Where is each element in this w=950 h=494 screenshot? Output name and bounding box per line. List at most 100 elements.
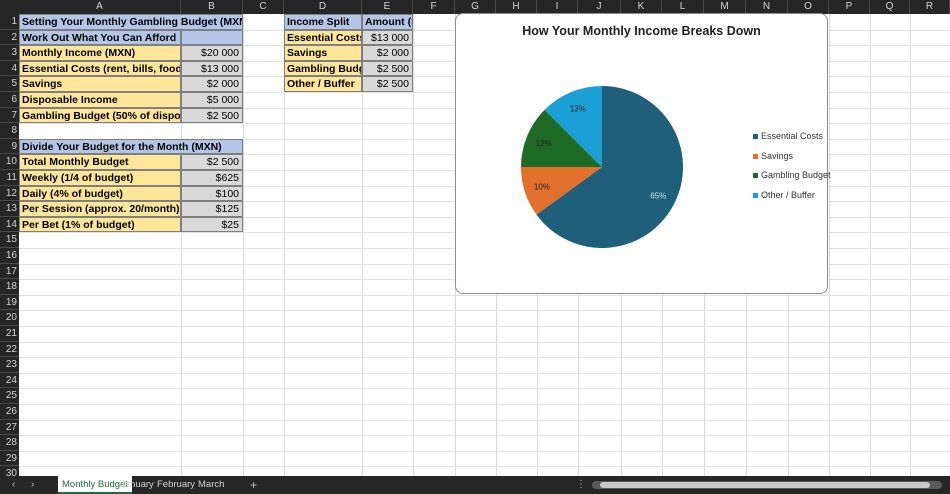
- budget-label-cell[interactable]: Savings: [19, 76, 181, 92]
- budget-label-cell[interactable]: Disposable Income: [19, 92, 181, 108]
- row-header-14[interactable]: 14: [0, 216, 19, 233]
- divide-label-cell[interactable]: Total Monthly Budget: [19, 154, 181, 170]
- row-header-29[interactable]: 29: [0, 450, 19, 467]
- column-header-b[interactable]: B: [181, 0, 243, 14]
- row-header-8[interactable]: 8: [0, 123, 19, 139]
- column-header-k[interactable]: K: [621, 0, 662, 14]
- row-header-1[interactable]: 1: [0, 14, 19, 30]
- budget-title-cell[interactable]: Setting Your Monthly Gambling Budget (MX…: [19, 14, 243, 30]
- split-label-cell[interactable]: Essential Costs: [284, 29, 362, 46]
- column-header-r[interactable]: R: [910, 0, 950, 14]
- column-header-l[interactable]: L: [662, 0, 704, 14]
- empty-cell[interactable]: [181, 29, 243, 46]
- split-label-cell[interactable]: Gambling Budget: [284, 60, 362, 77]
- row-header-7[interactable]: 7: [0, 107, 19, 124]
- divide-label-cell[interactable]: Per Bet (1% of budget): [19, 216, 181, 233]
- row-header-17[interactable]: 17: [0, 263, 19, 280]
- row-header-18[interactable]: 18: [0, 279, 19, 295]
- column-header-h[interactable]: H: [496, 0, 537, 14]
- column-header-g[interactable]: G: [455, 0, 496, 14]
- divide-label-cell[interactable]: Weekly (1/4 of budget): [19, 170, 181, 186]
- row-header-28[interactable]: 28: [0, 435, 19, 451]
- row-header-3[interactable]: 3: [0, 45, 19, 61]
- split-header-amount-cell[interactable]: Amount (MXN): [362, 14, 413, 30]
- split-label-cell[interactable]: Savings: [284, 45, 362, 61]
- row-header-23[interactable]: 23: [0, 357, 19, 373]
- split-header-label-cell[interactable]: Income Split: [284, 14, 362, 30]
- column-header-e[interactable]: E: [362, 0, 413, 14]
- split-label-cell[interactable]: Other / Buffer: [284, 76, 362, 92]
- row-header-10[interactable]: 10: [0, 154, 19, 170]
- split-value-cell[interactable]: $2 500: [362, 76, 413, 92]
- row-header-22[interactable]: 22: [0, 341, 19, 358]
- row-header-19[interactable]: 19: [0, 294, 19, 311]
- row-header-15[interactable]: 15: [0, 232, 19, 248]
- column-header-a[interactable]: A: [19, 0, 181, 14]
- row-header-21[interactable]: 21: [0, 326, 19, 342]
- sheet-tab-march[interactable]: March: [198, 476, 224, 494]
- grid-line: [19, 372, 950, 374]
- split-value-cell[interactable]: $13 000: [362, 29, 413, 46]
- legend-swatch: [753, 134, 758, 140]
- legend-item[interactable]: Gambling Budget: [753, 170, 831, 180]
- pie-data-label: 65%: [650, 192, 666, 201]
- column-header-c[interactable]: C: [243, 0, 284, 14]
- budget-value-cell[interactable]: $13 000: [181, 60, 243, 77]
- column-header-i[interactable]: I: [537, 0, 578, 14]
- divide-value-cell[interactable]: $25: [181, 216, 243, 233]
- divide-label-cell[interactable]: Daily (4% of budget): [19, 185, 181, 202]
- column-header-q[interactable]: Q: [870, 0, 910, 14]
- column-header-m[interactable]: M: [704, 0, 746, 14]
- row-header-25[interactable]: 25: [0, 388, 19, 404]
- sheet-tab-february[interactable]: February: [157, 476, 195, 494]
- legend-item[interactable]: Other / Buffer: [753, 190, 815, 200]
- budget-label-cell[interactable]: Monthly Income (MXN): [19, 45, 181, 61]
- row-header-4[interactable]: 4: [0, 60, 19, 77]
- legend-item[interactable]: Essential Costs: [753, 131, 823, 141]
- pie-data-label: 12%: [536, 139, 552, 148]
- row-header-13[interactable]: 13: [0, 201, 19, 217]
- divide-title-cell[interactable]: Divide Your Budget for the Month (MXN): [19, 138, 243, 155]
- row-header-27[interactable]: 27: [0, 419, 19, 436]
- row-header-11[interactable]: 11: [0, 170, 19, 186]
- row-header-9[interactable]: 9: [0, 138, 19, 155]
- row-header-26[interactable]: 26: [0, 404, 19, 420]
- row-header-12[interactable]: 12: [0, 185, 19, 202]
- column-header-o[interactable]: O: [788, 0, 829, 14]
- row-header-16[interactable]: 16: [0, 248, 19, 264]
- column-header-f[interactable]: F: [413, 0, 455, 14]
- row-header-20[interactable]: 20: [0, 310, 19, 326]
- divide-value-cell[interactable]: $625: [181, 170, 243, 186]
- divide-value-cell[interactable]: $125: [181, 201, 243, 217]
- split-value-cell[interactable]: $2 000: [362, 45, 413, 61]
- legend-label: Savings: [761, 150, 794, 161]
- legend-item[interactable]: Savings: [753, 151, 793, 161]
- budget-label-cell[interactable]: Essential Costs (rent, bills, food): [19, 60, 181, 77]
- pie-chart[interactable]: How Your Monthly Income Breaks Down 65% 1…: [455, 13, 831, 294]
- row-header-24[interactable]: 24: [0, 372, 19, 389]
- prev-sheet-button[interactable]: ‹: [12, 476, 15, 494]
- divide-label-cell[interactable]: Per Session (approx. 20/month): [19, 201, 181, 217]
- row-header-6[interactable]: 6: [0, 92, 19, 108]
- horizontal-scrollbar[interactable]: [592, 481, 942, 489]
- split-value-cell[interactable]: $2 500: [362, 60, 413, 77]
- divide-value-cell[interactable]: $100: [181, 185, 243, 202]
- more-options-icon[interactable]: ⋮: [576, 476, 586, 494]
- next-sheet-button[interactable]: ›: [31, 476, 34, 494]
- budget-value-cell[interactable]: $2 500: [181, 107, 243, 124]
- column-header-n[interactable]: N: [746, 0, 788, 14]
- column-header-j[interactable]: J: [578, 0, 621, 14]
- row-header-2[interactable]: 2: [0, 29, 19, 46]
- budget-value-cell[interactable]: $20 000: [181, 45, 243, 61]
- sheet-tab-january[interactable]: January: [120, 476, 154, 494]
- budget-value-cell[interactable]: $5 000: [181, 92, 243, 108]
- column-header-p[interactable]: P: [829, 0, 870, 14]
- budget-value-cell[interactable]: $2 000: [181, 76, 243, 92]
- row-header-5[interactable]: 5: [0, 76, 19, 92]
- add-sheet-button[interactable]: +: [250, 476, 257, 494]
- scrollbar-thumb[interactable]: [600, 482, 930, 488]
- divide-value-cell[interactable]: $2 500: [181, 154, 243, 170]
- budget-subtitle-cell[interactable]: Work Out What You Can Afford: [19, 29, 181, 46]
- budget-label-cell[interactable]: Gambling Budget (50% of disposable): [19, 107, 181, 124]
- column-header-d[interactable]: D: [284, 0, 362, 14]
